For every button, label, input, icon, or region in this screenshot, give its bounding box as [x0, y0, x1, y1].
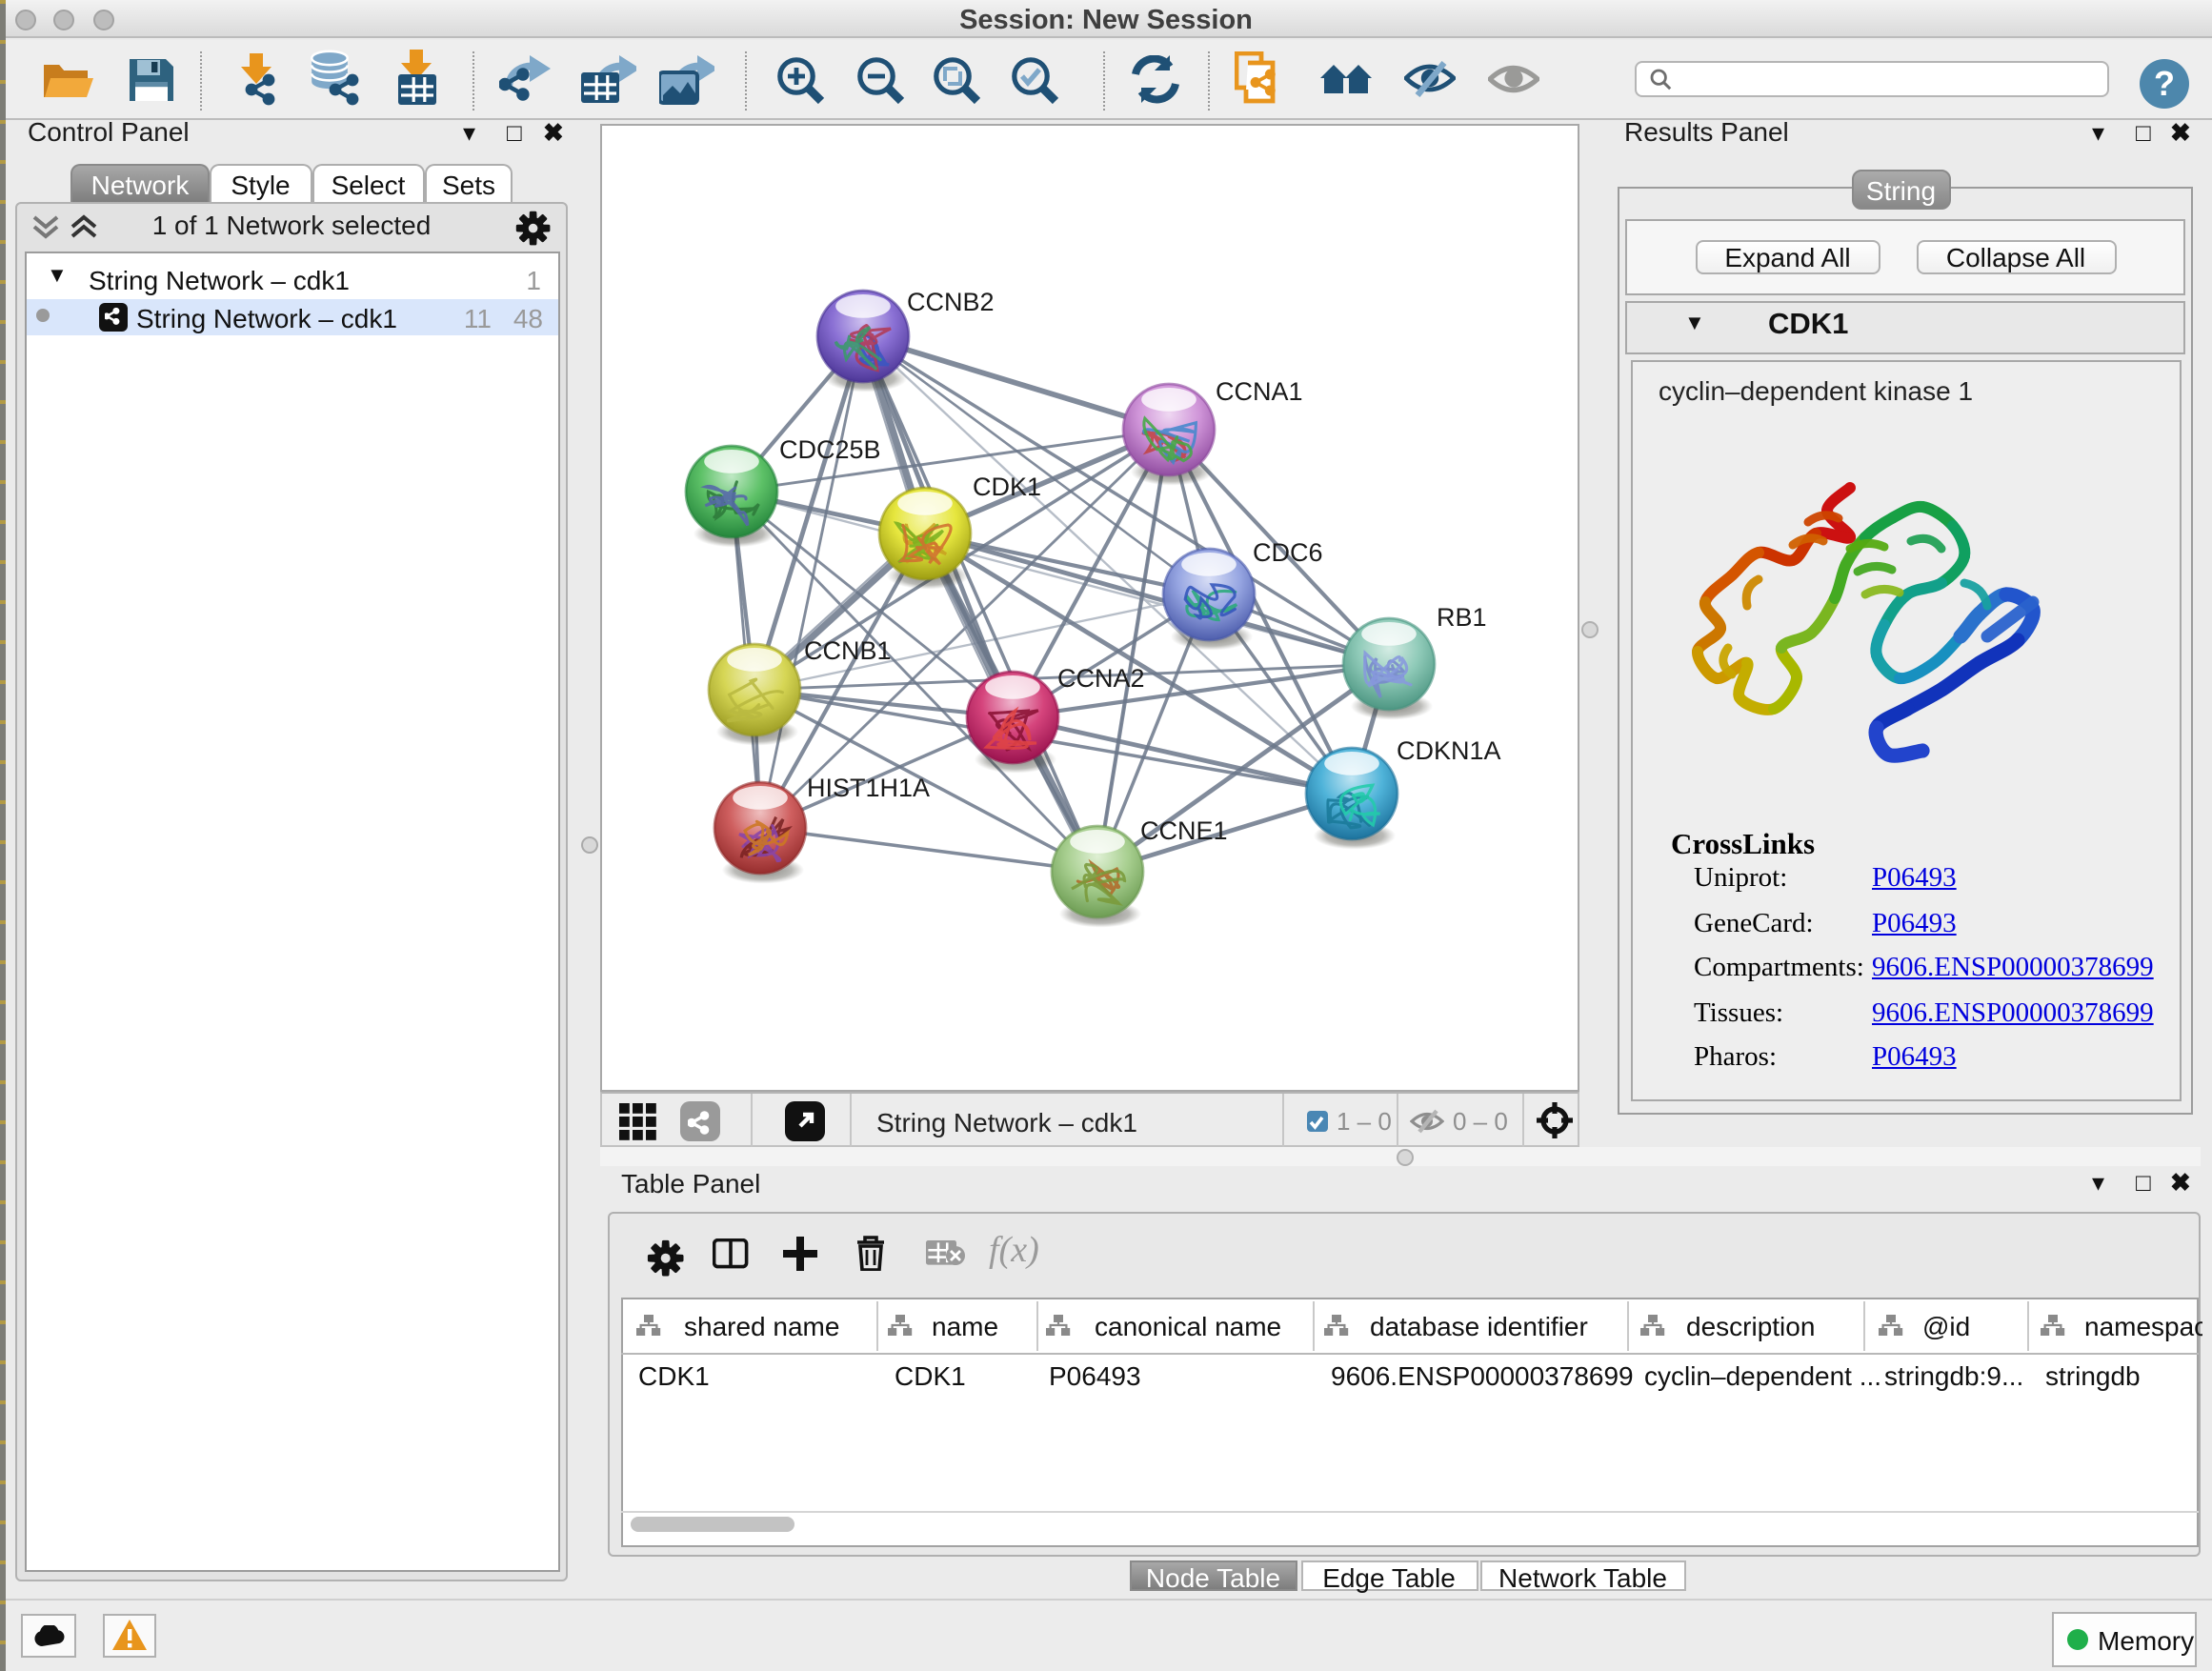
svg-text:RB1: RB1 [1436, 602, 1486, 631]
svg-text:CDC25B: CDC25B [778, 434, 880, 463]
svg-text:CDC6: CDC6 [1252, 537, 1322, 566]
svg-text:CCNA2: CCNA2 [1056, 663, 1144, 692]
svg-text:CCNB2: CCNB2 [906, 287, 994, 315]
svg-text:CCNA1: CCNA1 [1215, 376, 1302, 405]
svg-text:CDK1: CDK1 [972, 472, 1040, 500]
svg-text:CCNB1: CCNB1 [803, 635, 891, 664]
svg-text:CCNE1: CCNE1 [1139, 815, 1227, 844]
svg-text:CDKN1A: CDKN1A [1396, 735, 1500, 764]
svg-text:HIST1H1A: HIST1H1A [806, 773, 929, 801]
